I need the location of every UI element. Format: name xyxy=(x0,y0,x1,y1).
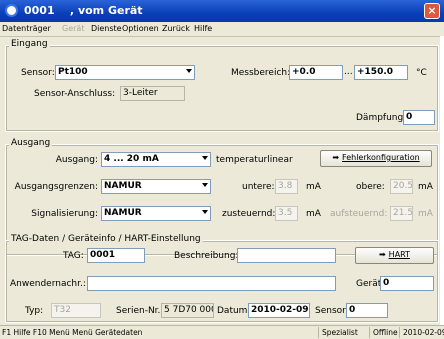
app-icon xyxy=(5,4,18,17)
aufsteuernd-field[interactable]: 21.5 xyxy=(390,206,413,221)
status-date: 2010-02-09 xyxy=(399,327,444,338)
chevron-down-icon xyxy=(202,156,208,160)
status-hints: F1 Hilfe F10 Menü Menü Gerätedaten xyxy=(2,328,143,337)
daempfung-field[interactable]: 0 xyxy=(403,110,435,125)
messbereich-unit: °C xyxy=(416,68,427,78)
close-icon[interactable]: × xyxy=(424,3,440,19)
datum-field[interactable]: 2010-02-09 xyxy=(248,303,310,318)
signal-value: NAMUR xyxy=(104,208,142,218)
menu-zurueck[interactable]: Zurück xyxy=(162,24,190,33)
obere-field[interactable]: 20.5 xyxy=(390,179,413,194)
menu-bar: Datenträger Gerät Dienste Optionen Zurüc… xyxy=(0,22,444,37)
menu-dienste[interactable]: Dienste xyxy=(91,24,122,33)
window-title: 0001 , vom Gerät xyxy=(24,4,143,17)
zusteuernd-unit: mA xyxy=(306,209,321,219)
fehlerkonfiguration-label: Fehlerkonfiguration xyxy=(342,153,420,162)
hart-label: HART xyxy=(388,250,411,259)
serien-label: Serien-Nr.: xyxy=(116,306,164,316)
tag-field[interactable]: 0001 xyxy=(87,248,145,263)
group-title-tag: TAG-Daten / Geräteinfo / HART-Einstellun… xyxy=(9,234,203,244)
status-mode: Spezialist xyxy=(318,327,368,338)
tag-label: TAG: xyxy=(63,251,84,261)
serien-field: 5 7D70 0002822€ xyxy=(161,303,214,318)
messbereich-label: Messbereich: xyxy=(231,68,291,78)
chevron-down-icon xyxy=(186,69,192,73)
anwender-field[interactable] xyxy=(87,276,336,291)
title-bar[interactable]: 0001 , vom Gerät × xyxy=(0,0,444,22)
window-edge xyxy=(440,36,444,325)
zusteuernd-field[interactable]: 3.5 xyxy=(275,206,298,221)
messbereich-from-field[interactable]: +0.0 xyxy=(289,65,343,80)
menu-datentraeger[interactable]: Datenträger xyxy=(2,24,51,33)
main-window: 0001 , vom Gerät × Datenträger Gerät Die… xyxy=(0,0,444,339)
aufsteuernd-label: aufsteuernd: xyxy=(330,209,388,219)
menu-hilfe[interactable]: Hilfe xyxy=(194,24,212,33)
obere-unit: mA xyxy=(418,182,433,192)
grenzen-label: Ausgangsgrenzen: xyxy=(14,182,98,192)
group-title-eingang: Eingang xyxy=(9,39,50,49)
tag-sensor-field[interactable]: 0 xyxy=(346,303,388,318)
geraet-field[interactable]: 0 xyxy=(380,276,434,291)
untere-field[interactable]: 3.8 xyxy=(275,179,298,194)
zusteuernd-label: zusteuernd: xyxy=(222,209,276,219)
menu-geraet[interactable]: Gerät xyxy=(62,24,84,33)
untere-label: untere: xyxy=(242,182,275,192)
ausgang-label: Ausgang: xyxy=(55,155,98,165)
daempfung-label: Dämpfung: xyxy=(356,113,407,123)
typ-field: T32 xyxy=(51,303,101,318)
chevron-down-icon xyxy=(202,210,208,214)
messbereich-to-field[interactable]: +150.0 xyxy=(354,65,408,80)
status-bar: F1 Hilfe F10 Menü Menü Gerätedaten Spezi… xyxy=(0,325,444,339)
anschluss-field: 3-Leiter xyxy=(120,86,185,101)
signal-label: Signalisierung: xyxy=(31,209,98,219)
sensor-select[interactable]: Pt100 xyxy=(55,65,195,80)
grenzen-select[interactable]: NAMUR xyxy=(101,179,211,194)
grenzen-value: NAMUR xyxy=(104,181,142,191)
tag-sensor-label: Sensor: xyxy=(315,306,349,316)
fehlerkonfiguration-button[interactable]: ➡ Fehlerkonfiguration xyxy=(320,150,432,167)
group-title-ausgang: Ausgang xyxy=(9,138,53,148)
signal-select[interactable]: NAMUR xyxy=(101,206,211,221)
typ-label: Typ: xyxy=(25,306,44,316)
untere-unit: mA xyxy=(306,182,321,192)
aufsteuernd-unit: mA xyxy=(418,209,433,219)
messbereich-separator: ... xyxy=(344,67,353,77)
anschluss-label: Sensor-Anschluss: xyxy=(34,89,116,99)
hart-button[interactable]: ➡ HART xyxy=(355,247,434,264)
sensor-value: Pt100 xyxy=(58,67,88,77)
beschreibung-field[interactable] xyxy=(237,248,336,263)
chevron-down-icon xyxy=(202,183,208,187)
obere-label: obere: xyxy=(356,182,385,192)
arrow-right-icon: ➡ xyxy=(332,153,340,162)
temperaturlinear-label: temperaturlinear xyxy=(216,155,293,165)
arrow-right-icon: ➡ xyxy=(378,250,386,259)
sensor-label: Sensor: xyxy=(21,68,55,78)
menu-optionen[interactable]: Optionen xyxy=(122,24,159,33)
anwender-label: Anwendernachr.: xyxy=(10,279,86,289)
datum-label: Datum: xyxy=(217,306,251,316)
ausgang-select[interactable]: 4 ... 20 mA xyxy=(101,152,211,167)
ausgang-value: 4 ... 20 mA xyxy=(104,154,159,164)
beschreibung-label: Beschreibung: xyxy=(174,251,239,261)
